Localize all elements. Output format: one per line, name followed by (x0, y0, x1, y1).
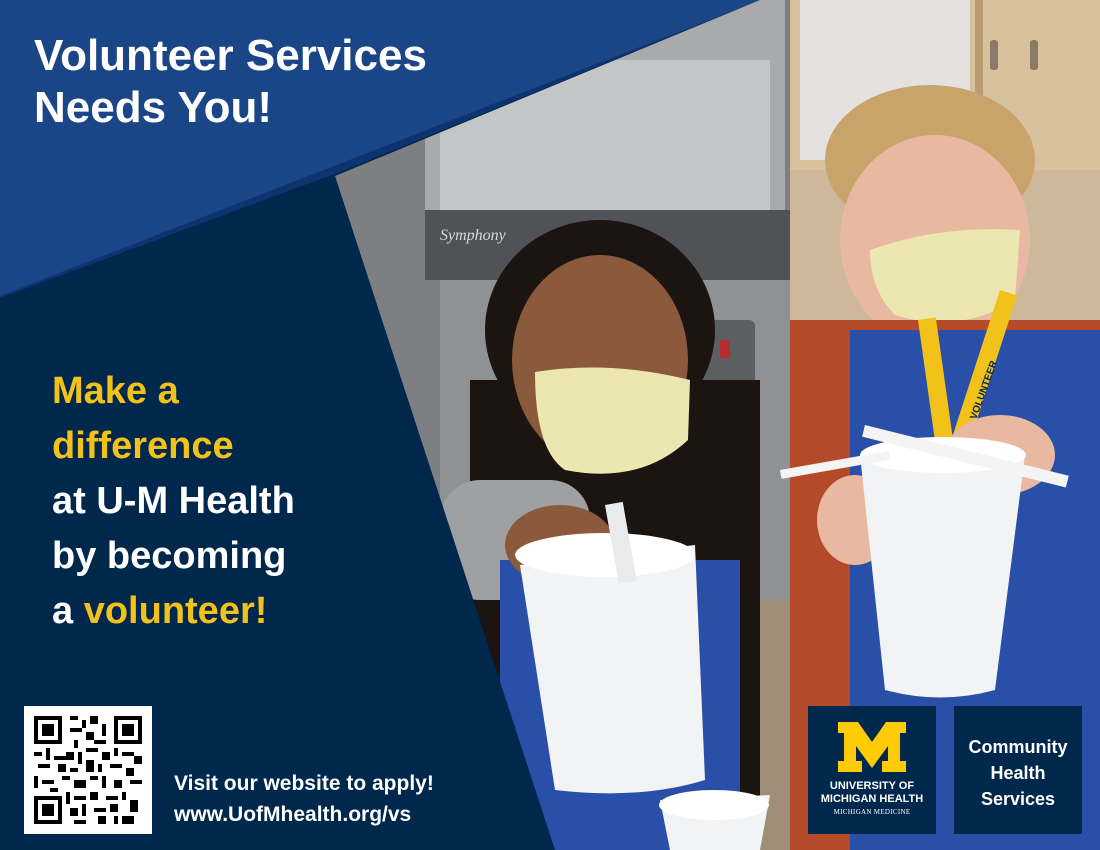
tagline-line-4: by becoming (52, 535, 287, 577)
headline: Volunteer Services Needs You! (34, 30, 554, 134)
chs-text: Community Health Services (954, 734, 1082, 812)
tagline-line-3: at U-M Health (52, 480, 295, 522)
chs-line-1: Community (968, 737, 1068, 757)
qr-code-icon (34, 716, 142, 824)
chs-line-2: Health (990, 763, 1046, 783)
headline-line-2: Needs You! (34, 83, 272, 132)
tagline-line-1: Make a (52, 370, 179, 412)
community-health-services-logo: Community Health Services (954, 706, 1082, 834)
chs-line-3: Services (980, 789, 1056, 809)
um-name-line-2: MICHIGAN HEALTH (820, 793, 924, 805)
volunteer-poster: Symphony VOLUNTEER Volunteer Services Ne… (0, 0, 1100, 850)
website-link[interactable]: www.UofMhealth.org/vs (174, 799, 434, 830)
um-health-logo: UNIVERSITY OF MICHIGAN HEALTH MICHIGAN M… (808, 706, 936, 834)
apply-prompt: Visit our website to apply! (174, 772, 434, 795)
um-health-name: UNIVERSITY OF MICHIGAN HEALTH (808, 780, 936, 806)
qr-code[interactable] (24, 706, 152, 834)
tagline-line-5: a volunteer! (52, 584, 452, 639)
um-name-line-1: UNIVERSITY OF (829, 780, 915, 792)
headline-line-1: Volunteer Services (34, 31, 427, 80)
apply-info: Visit our website to apply! www.UofMheal… (174, 768, 434, 830)
um-subtitle: MICHIGAN MEDICINE (833, 808, 911, 816)
tagline: Make a difference at U-M Health by becom… (52, 364, 452, 639)
tagline-accent-word: volunteer! (83, 590, 268, 632)
tagline-line-2: difference (52, 425, 234, 467)
block-m-icon (838, 722, 906, 772)
tagline-prefix: a (52, 590, 74, 632)
